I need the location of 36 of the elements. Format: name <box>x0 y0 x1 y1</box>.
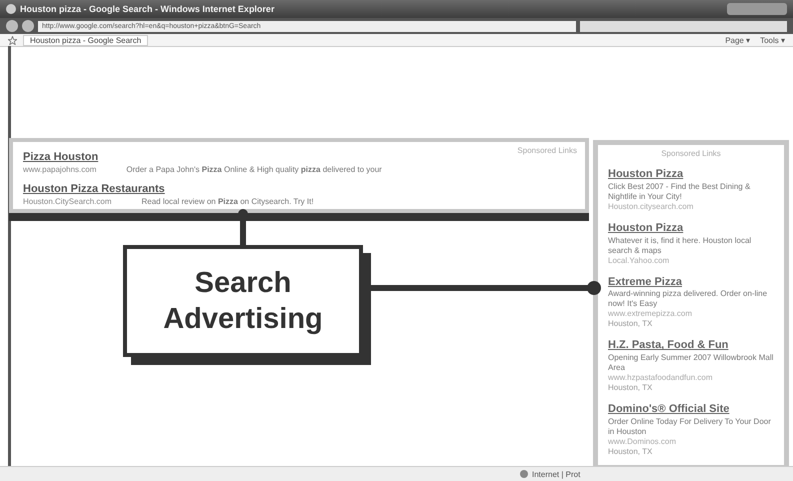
ad-location: Houston, TX <box>608 446 652 457</box>
ad-text: Whatever it is, find it here. Houston local search & maps <box>608 236 752 256</box>
ad-url: www.papajohns.com <box>23 165 96 175</box>
ad-location: Houston, TX <box>608 319 652 330</box>
back-icon[interactable] <box>6 20 18 32</box>
sponsored-label: Sponsored Links <box>661 149 721 158</box>
browser-tab[interactable]: Houston pizza - Google Search <box>23 34 148 46</box>
toolbar-menu[interactable]: Tools ▾ <box>760 36 785 44</box>
ad-text: Read local review on Pizza on Citysearch. Try It! <box>141 196 314 207</box>
sponsored-label: Sponsored Links <box>517 146 577 156</box>
forward-icon[interactable] <box>22 20 34 32</box>
toolbar-menu[interactable]: Page ▾ <box>725 36 750 44</box>
ad-title-link[interactable]: H.Z. Pasta, Food & Fun <box>608 339 728 353</box>
status-zone: Internet | Prot <box>532 470 580 478</box>
ad-url: Houston.CitySearch.com <box>23 196 112 207</box>
ad-text: Order Online Today For Delivery To Your Door in Houston <box>608 416 772 437</box>
ad-title-link[interactable]: Houston Pizza Restaurants <box>23 182 165 196</box>
ad-title-link[interactable]: Extreme Pizza <box>608 276 682 290</box>
star-icon[interactable] <box>8 36 17 44</box>
ad-url: Local.Yahoo.com <box>608 256 670 266</box>
ad-text: Opening Early Summer 2007 Willowbrook Mall Area <box>608 353 774 373</box>
ad-url: www.extremepizza.com <box>608 309 692 320</box>
search-field[interactable] <box>580 20 787 32</box>
ad-text: Click Best 2007 - Find the Best Dining & Nightlife in Your City! <box>608 182 752 202</box>
callout-text: Search Advertising <box>162 266 324 337</box>
ad-title-link[interactable]: Houston Pizza <box>608 222 684 236</box>
ad-title-link[interactable]: Pizza Houston <box>23 151 98 164</box>
ad-title-link[interactable]: Domino's® Official Site <box>608 403 730 417</box>
ad-url: www.hzpastafoodandfun.com <box>608 373 713 383</box>
ad-url: www.Dominos.com <box>608 436 676 447</box>
ad-text: Order a Papa John's Pizza Online & High quality pizza delivered to your <box>126 165 382 175</box>
ad-url: Houston.citysearch.com <box>608 202 694 212</box>
window-title: Houston pizza - Google Search - Windows Internet Explorer <box>20 4 276 14</box>
ad-text: Award-winning pizza delivered. Order on-line now! It's Easy <box>608 289 768 310</box>
ad-location: Houston, TX <box>608 383 652 393</box>
ad-title-link[interactable]: Houston Pizza <box>608 168 684 182</box>
